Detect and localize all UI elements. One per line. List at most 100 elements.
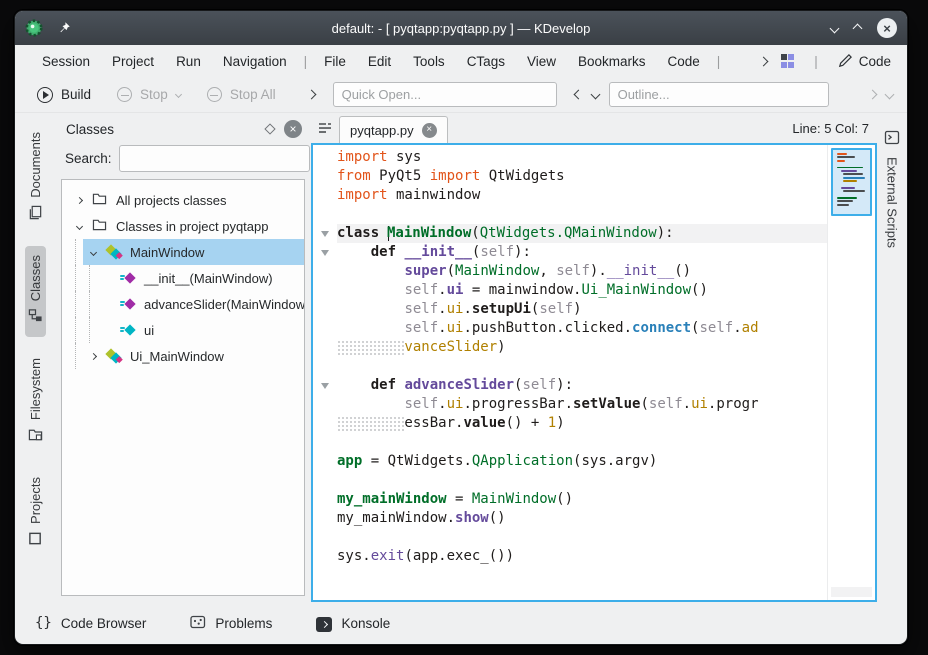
code-line-text[interactable]: my_mainWindow = MainWindow()	[337, 490, 827, 509]
code-line-2[interactable]: from PyQt5 import QtWidgets	[313, 167, 827, 186]
fold-gutter[interactable]	[313, 376, 337, 395]
sidebar-tab-projects[interactable]: Projects	[25, 468, 46, 560]
bottom-tab-code-browser[interactable]: {}Code Browser	[35, 615, 146, 631]
minimize-button[interactable]	[830, 23, 840, 33]
expander-icon[interactable]	[87, 354, 99, 359]
tree-item-body[interactable]: __init__(MainWindow)	[97, 265, 304, 291]
code-line-5[interactable]: class MainWindow(QtWidgets.QMainWindow):	[313, 224, 827, 243]
code-line-15[interactable]: essBar.value() + 1)	[313, 414, 827, 433]
menu-project[interactable]: Project	[101, 54, 165, 69]
fold-arrow-icon[interactable]	[321, 383, 329, 389]
tab-close-icon[interactable]: ×	[422, 123, 437, 138]
code-line-11[interactable]: vanceSlider)	[313, 338, 827, 357]
tree-item-body[interactable]: Ui_MainWindow	[83, 343, 304, 369]
menu-overflow-icon[interactable]	[758, 56, 768, 66]
menu-ctags[interactable]: CTags	[456, 54, 516, 69]
code-editor[interactable]: import sysfrom PyQt5 import QtWidgetsimp…	[311, 143, 877, 602]
maximize-button[interactable]	[853, 23, 863, 33]
tree-item-all-projects-classes[interactable]: All projects classes	[62, 187, 304, 213]
code-line-13[interactable]: def advanceSlider(self):	[313, 376, 827, 395]
code-line-text[interactable]: from PyQt5 import QtWidgets	[337, 167, 827, 186]
code-rows[interactable]: import sysfrom PyQt5 import QtWidgetsimp…	[313, 145, 827, 600]
tree-item-body[interactable]: ui	[97, 317, 304, 343]
code-line-text[interactable]: import mainwindow	[337, 186, 827, 205]
menu-view[interactable]: View	[516, 54, 567, 69]
code-line-text[interactable]: super(MainWindow, self).__init__()	[337, 262, 827, 281]
expander-icon[interactable]	[73, 224, 85, 229]
title-bar[interactable]: default: - [ pyqtapp:pyqtapp.py ] — KDev…	[15, 11, 907, 45]
tree-item-ui-mainwindow[interactable]: Ui_MainWindow	[62, 343, 304, 369]
code-line-text[interactable]	[337, 528, 827, 547]
code-line-text[interactable]: self.ui.progressBar.setValue(self.ui.pro…	[337, 395, 827, 414]
tree-item-advanceslider-mainwindow[interactable]: advanceSlider(MainWindow)	[62, 291, 304, 317]
menu-edit[interactable]: Edit	[357, 54, 402, 69]
dock-tab-external-scripts[interactable]: External Scripts	[881, 121, 903, 257]
code-line-4[interactable]	[313, 205, 827, 224]
tree-item-body[interactable]: MainWindow	[83, 239, 304, 265]
menu-code[interactable]: Code	[657, 54, 711, 69]
code-line-9[interactable]: self.ui.setupUi(self)	[313, 300, 827, 319]
stop-all-button[interactable]: Stop All	[199, 87, 284, 102]
code-line-20[interactable]: my_mainWindow.show()	[313, 509, 827, 528]
code-line-text[interactable]: class MainWindow(QtWidgets.QMainWindow):	[337, 224, 827, 243]
code-line-10[interactable]: self.ui.pushButton.clicked.connect(self.…	[313, 319, 827, 338]
tree-item-classes-in-project-pyqtapp[interactable]: Classes in project pyqtapp	[62, 213, 304, 239]
sidebar-tab-filesystem[interactable]: Filesystem	[25, 349, 46, 456]
stop-button[interactable]: Stop	[109, 87, 189, 102]
code-line-22[interactable]: sys.exit(app.exec_())	[313, 547, 827, 566]
code-line-14[interactable]: self.ui.progressBar.setValue(self.ui.pro…	[313, 395, 827, 414]
code-line-19[interactable]: my_mainWindow = MainWindow()	[313, 490, 827, 509]
code-line-text[interactable]: essBar.value() + 1)	[337, 414, 827, 433]
menu-navigation[interactable]: Navigation	[212, 54, 298, 69]
outline-input[interactable]	[609, 82, 829, 107]
code-line-text[interactable]	[337, 433, 827, 452]
code-line-text[interactable]	[337, 357, 827, 376]
minimap-viewport[interactable]	[831, 148, 872, 216]
code-line-12[interactable]	[313, 357, 827, 376]
toolbar-expand-icon[interactable]	[306, 90, 316, 100]
sidebar-tab-documents[interactable]: Documents	[25, 123, 46, 234]
code-line-1[interactable]: import sys	[313, 148, 827, 167]
quick-open-input[interactable]	[333, 82, 557, 107]
float-panel-icon[interactable]	[264, 123, 275, 134]
code-line-6[interactable]: def __init__(self):	[313, 243, 827, 262]
code-line-text[interactable]: def advanceSlider(self):	[337, 376, 827, 395]
fold-arrow-icon[interactable]	[321, 250, 329, 256]
minimap[interactable]	[827, 145, 875, 600]
build-button[interactable]: Build	[29, 87, 99, 103]
code-line-16[interactable]	[313, 433, 827, 452]
code-line-text[interactable]: self.ui.setupUi(self)	[337, 300, 827, 319]
bottom-tab-konsole[interactable]: Konsole	[316, 615, 390, 632]
sidebar-tab-classes[interactable]: Classes	[25, 246, 46, 337]
tree-item-body[interactable]: advanceSlider(MainWindow)	[97, 291, 305, 317]
code-menu-button[interactable]: Code	[838, 54, 891, 69]
code-line-text[interactable]: sys.exit(app.exec_())	[337, 547, 827, 566]
code-line-text[interactable]: import sys	[337, 148, 827, 167]
close-button[interactable]: ×	[877, 18, 897, 38]
classes-search-input[interactable]	[119, 145, 310, 172]
workspace-grid-icon[interactable]	[781, 54, 795, 68]
bottom-tab-problems[interactable]: Problems	[190, 615, 272, 632]
tree-item-init-mainwindow[interactable]: __init__(MainWindow)	[62, 265, 304, 291]
code-line-17[interactable]: app = QtWidgets.QApplication(sys.argv)	[313, 452, 827, 471]
code-line-text[interactable]: self.ui = mainwindow.Ui_MainWindow()	[337, 281, 827, 300]
code-line-21[interactable]	[313, 528, 827, 547]
tree-item-mainwindow[interactable]: MainWindow	[62, 239, 304, 265]
tree-item-body[interactable]: All projects classes	[69, 187, 304, 213]
fold-gutter[interactable]	[313, 243, 337, 262]
expander-icon[interactable]	[73, 198, 85, 203]
code-line-text[interactable]: def __init__(self):	[337, 243, 827, 262]
menu-bookmarks[interactable]: Bookmarks	[567, 54, 657, 69]
document-list-icon[interactable]	[317, 121, 333, 135]
code-line-text[interactable]: self.ui.pushButton.clicked.connect(self.…	[337, 319, 827, 338]
history-dropdown-icon[interactable]	[590, 90, 600, 100]
fold-arrow-icon[interactable]	[321, 231, 329, 237]
code-line-text[interactable]	[337, 471, 827, 490]
stop-dropdown-icon[interactable]	[175, 91, 182, 98]
back-icon[interactable]	[573, 90, 583, 100]
code-line-text[interactable]: my_mainWindow.show()	[337, 509, 827, 528]
code-line-18[interactable]	[313, 471, 827, 490]
tab-pyqtapp[interactable]: pyqtapp.py ×	[339, 116, 448, 143]
pin-icon[interactable]	[57, 21, 71, 35]
code-line-text[interactable]: vanceSlider)	[337, 338, 827, 357]
